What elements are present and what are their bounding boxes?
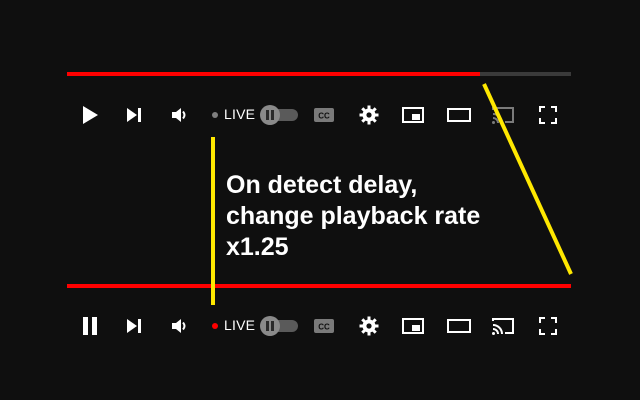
caption-text: On detect delay, change playback rate x1…	[226, 171, 481, 261]
annotation-line-progress	[482, 83, 573, 275]
